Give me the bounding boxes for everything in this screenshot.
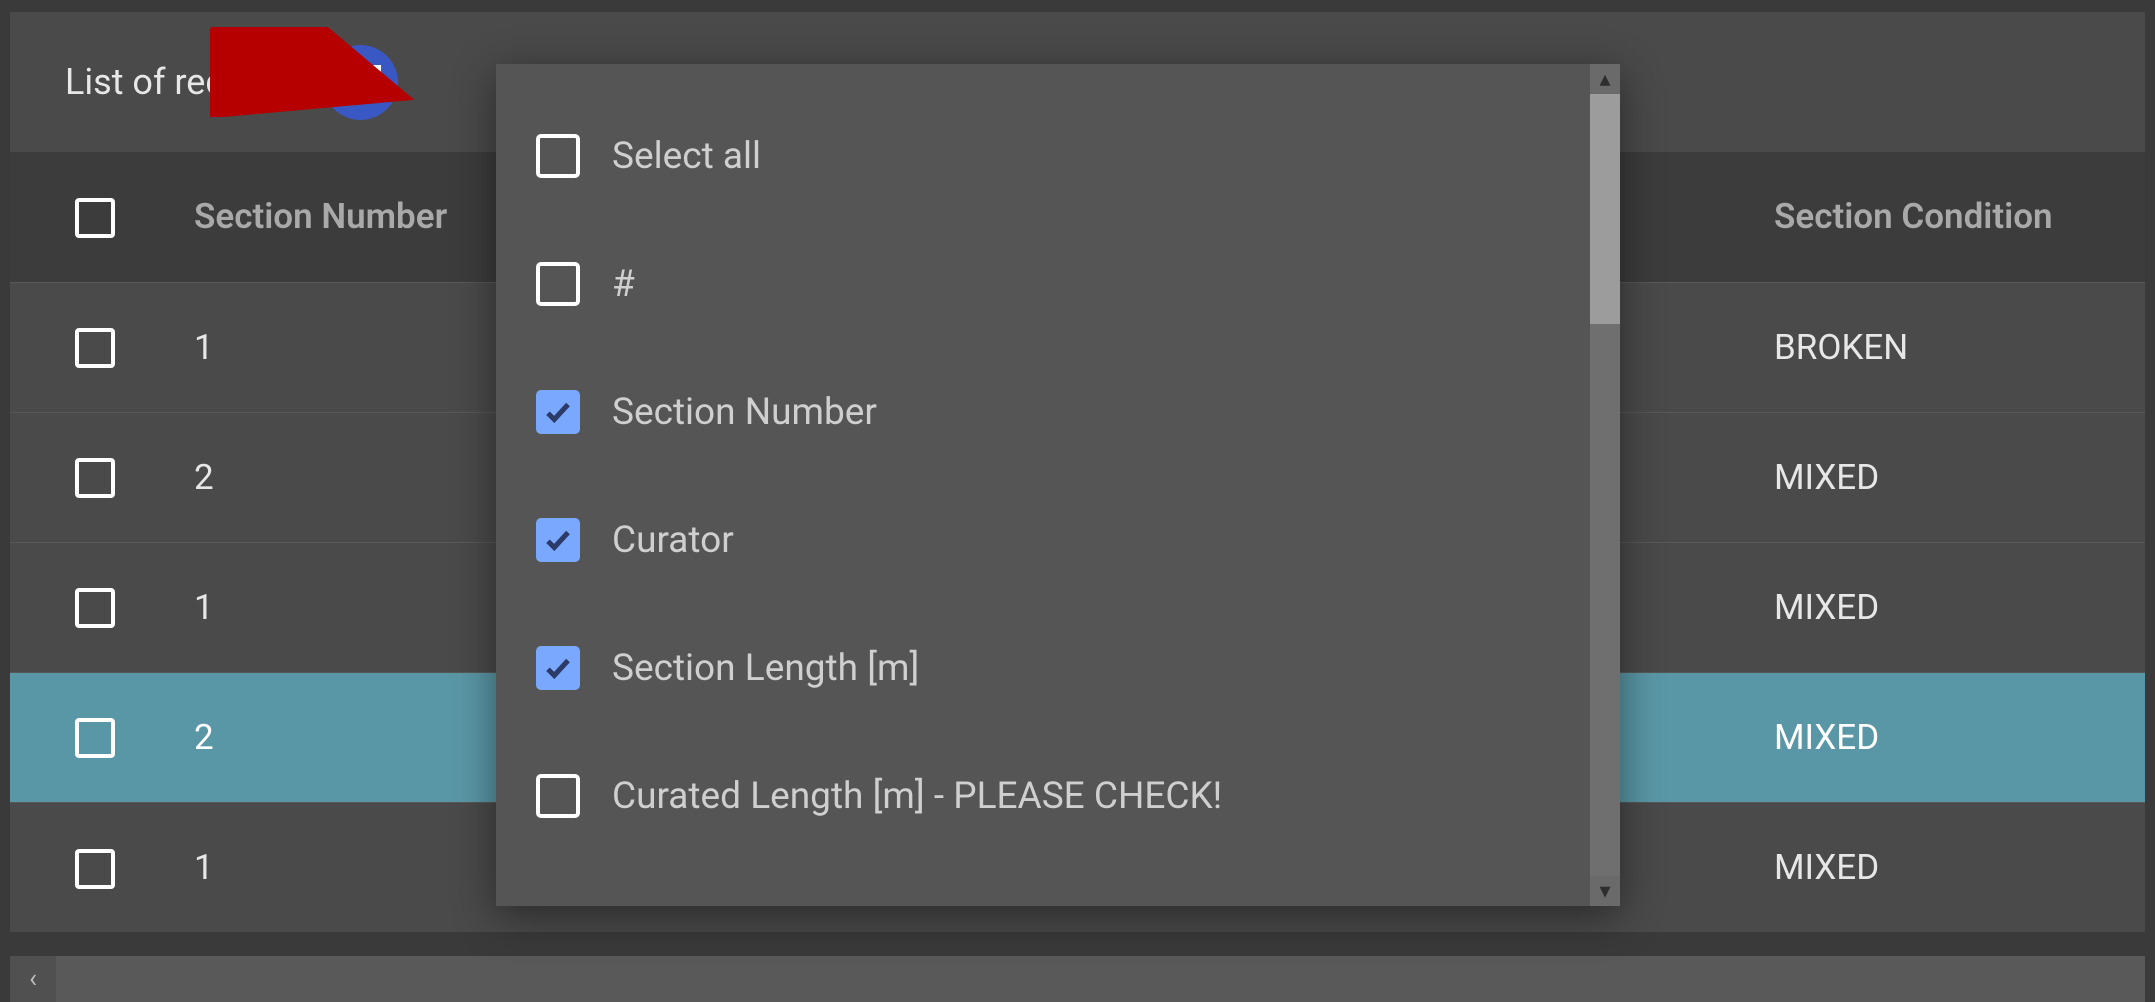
cell-section-condition: MIXED: [1760, 802, 2145, 932]
dropdown-item-section-length[interactable]: Section Length [m]: [536, 604, 1550, 732]
scrollbar-thumb[interactable]: [1590, 94, 1620, 324]
dropdown-item-label: Curator: [612, 519, 734, 562]
dropdown-item-label: #: [612, 263, 635, 306]
dropdown-item-label: Section Length [m]: [612, 647, 919, 690]
header-checkbox-cell: [10, 152, 180, 282]
cell-section-number: 1: [180, 802, 500, 932]
header-section-condition[interactable]: Section Condition: [1760, 152, 2145, 282]
row-checkbox[interactable]: [75, 588, 115, 628]
cell-section-condition: MIXED: [1760, 412, 2145, 542]
cell-section-number: 1: [180, 542, 500, 672]
checkbox-icon[interactable]: [536, 518, 580, 562]
checkbox-icon[interactable]: [536, 390, 580, 434]
cell-section-condition: MIXED: [1760, 672, 2145, 802]
row-checkbox[interactable]: [75, 458, 115, 498]
records-panel: List of records Section Number Curator S…: [10, 12, 2145, 932]
dropdown-item-curator[interactable]: Curator: [536, 476, 1550, 604]
column-chooser-dropdown: Select all # Section Number: [496, 64, 1620, 906]
checkbox-icon[interactable]: [536, 262, 580, 306]
dropdown-item-label: Curated Length [m] - PLEASE CHECK!: [612, 775, 1222, 818]
columns-icon: [341, 65, 381, 100]
row-checkbox[interactable]: [75, 328, 115, 368]
chevron-left-icon[interactable]: ‹: [10, 956, 56, 1002]
header-section-number[interactable]: Section Number: [180, 152, 500, 282]
checkbox-icon[interactable]: [536, 646, 580, 690]
dropdown-scrollbar[interactable]: ▴ ▾: [1590, 64, 1620, 906]
checkbox-icon[interactable]: [536, 774, 580, 818]
dropdown-item-curated-length[interactable]: Curated Length [m] - PLEASE CHECK!: [536, 732, 1550, 860]
dropdown-item-select-all[interactable]: Select all: [536, 92, 1550, 220]
row-checkbox[interactable]: [75, 849, 115, 889]
panel-title: List of records: [65, 61, 295, 103]
dropdown-item-section-number[interactable]: Section Number: [536, 348, 1550, 476]
cell-section-condition: BROKEN: [1760, 282, 2145, 412]
app-root: List of records Section Number Curator S…: [0, 0, 2155, 1002]
dropdown-item-hash[interactable]: #: [536, 220, 1550, 348]
checkbox-icon[interactable]: [536, 134, 580, 178]
row-checkbox[interactable]: [75, 718, 115, 758]
horizontal-scrollbar[interactable]: ‹: [10, 956, 2145, 1002]
column-chooser-button[interactable]: [323, 45, 398, 120]
select-all-rows-checkbox[interactable]: [75, 198, 115, 238]
dropdown-body: Select all # Section Number: [496, 64, 1590, 906]
cell-section-number: 1: [180, 282, 500, 412]
dropdown-item-label: Section Number: [612, 391, 877, 434]
dropdown-item-label: Select all: [612, 135, 761, 178]
cell-section-number: 2: [180, 412, 500, 542]
chevron-up-icon[interactable]: ▴: [1590, 64, 1620, 94]
cell-section-number: 2: [180, 672, 500, 802]
cell-section-condition: MIXED: [1760, 542, 2145, 672]
chevron-down-icon[interactable]: ▾: [1590, 876, 1620, 906]
